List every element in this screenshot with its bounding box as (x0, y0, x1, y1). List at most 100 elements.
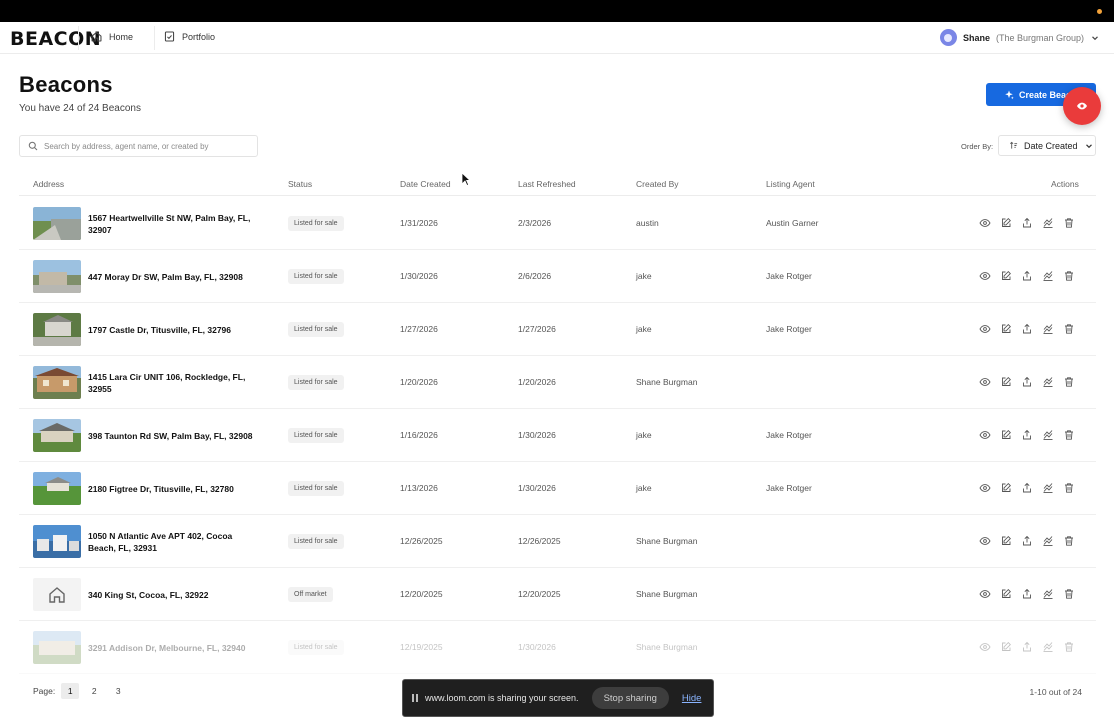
refresh-icon[interactable] (1042, 588, 1054, 600)
row-address[interactable]: 1797 Castle Dr, Titusville, FL, 32796 (88, 303, 253, 356)
property-thumbnail[interactable] (33, 207, 81, 240)
refresh-icon[interactable] (1042, 323, 1054, 335)
row-address[interactable]: 447 Moray Dr SW, Palm Bay, FL, 32908 (88, 250, 253, 303)
trash-icon[interactable] (1063, 588, 1075, 600)
search-input[interactable] (44, 141, 254, 151)
edit-icon[interactable] (1000, 217, 1012, 229)
property-thumbnail[interactable] (33, 366, 81, 399)
table-row[interactable]: 3291 Addison Dr, Melbourne, FL, 32940 Li… (19, 621, 1096, 674)
eye-icon[interactable] (979, 588, 991, 600)
trash-icon[interactable] (1063, 323, 1075, 335)
col-header-listing-agent[interactable]: Listing Agent (766, 179, 815, 189)
row-address[interactable]: 3291 Addison Dr, Melbourne, FL, 32940 (88, 621, 253, 674)
table-row[interactable]: 398 Taunton Rd SW, Palm Bay, FL, 32908 L… (19, 409, 1096, 462)
row-address[interactable]: 2180 Figtree Dr, Titusville, FL, 32780 (88, 462, 253, 515)
property-thumbnail[interactable] (33, 419, 81, 452)
trash-icon[interactable] (1063, 641, 1075, 653)
col-header-status[interactable]: Status (288, 179, 312, 189)
property-thumbnail[interactable] (33, 472, 81, 505)
refresh-icon[interactable] (1042, 429, 1054, 441)
trash-icon[interactable] (1063, 376, 1075, 388)
trash-icon[interactable] (1063, 217, 1075, 229)
refresh-icon[interactable] (1042, 535, 1054, 547)
row-listing-agent: Austin Garner (766, 218, 819, 228)
table-row[interactable]: 1415 Lara Cir UNIT 106, Rockledge, FL, 3… (19, 356, 1096, 409)
eye-icon[interactable] (979, 217, 991, 229)
refresh-icon[interactable] (1042, 376, 1054, 388)
edit-icon[interactable] (1000, 323, 1012, 335)
table-row[interactable]: 1797 Castle Dr, Titusville, FL, 32796 Li… (19, 303, 1096, 356)
app-logo[interactable]: BEACON (10, 28, 101, 50)
stop-sharing-button[interactable]: Stop sharing (591, 687, 669, 709)
trash-icon[interactable] (1063, 429, 1075, 441)
share-icon[interactable] (1021, 323, 1033, 335)
pause-icon[interactable] (412, 694, 418, 702)
share-icon[interactable] (1021, 376, 1033, 388)
share-icon[interactable] (1021, 217, 1033, 229)
row-address[interactable]: 1415 Lara Cir UNIT 106, Rockledge, FL, 3… (88, 356, 253, 409)
order-by-select[interactable]: Date Created (998, 135, 1096, 156)
eye-icon[interactable] (979, 270, 991, 282)
share-icon[interactable] (1021, 535, 1033, 547)
col-header-date-created[interactable]: Date Created (400, 179, 451, 189)
row-address[interactable]: 1050 N Atlantic Ave APT 402, Cocoa Beach… (88, 515, 253, 568)
table-row[interactable]: 1567 Heartwellville St NW, Palm Bay, FL,… (19, 197, 1096, 250)
refresh-icon[interactable] (1042, 217, 1054, 229)
eye-icon[interactable] (979, 482, 991, 494)
property-thumbnail[interactable] (33, 578, 81, 611)
eye-icon[interactable] (979, 323, 991, 335)
page-button-1[interactable]: 1 (61, 683, 80, 699)
property-thumbnail[interactable] (33, 525, 81, 558)
edit-icon[interactable] (1000, 429, 1012, 441)
property-thumbnail[interactable] (33, 631, 81, 664)
page-title: Beacons (19, 72, 113, 97)
eye-icon[interactable] (979, 429, 991, 441)
edit-icon[interactable] (1000, 270, 1012, 282)
page-button-2[interactable]: 2 (85, 683, 103, 699)
edit-icon[interactable] (1000, 376, 1012, 388)
top-black-bar (0, 0, 1114, 22)
share-icon[interactable] (1021, 429, 1033, 441)
refresh-icon[interactable] (1042, 270, 1054, 282)
edit-icon[interactable] (1000, 482, 1012, 494)
row-address[interactable]: 1567 Heartwellville St NW, Palm Bay, FL,… (88, 197, 253, 250)
page-button-3[interactable]: 3 (109, 683, 127, 699)
property-thumbnail[interactable] (33, 313, 81, 346)
share-icon[interactable] (1021, 270, 1033, 282)
edit-icon[interactable] (1000, 535, 1012, 547)
row-address[interactable]: 340 King St, Cocoa, FL, 32922 (88, 568, 253, 621)
hide-banner-link[interactable]: Hide (682, 693, 702, 704)
share-icon[interactable] (1021, 482, 1033, 494)
nav-portfolio[interactable]: Portfolio (163, 30, 215, 43)
user-menu[interactable]: Shane (The Burgman Group) (939, 29, 1100, 46)
row-last-refreshed: 1/30/2026 (518, 483, 556, 493)
refresh-icon[interactable] (1042, 641, 1054, 653)
col-header-last-refreshed[interactable]: Last Refreshed (518, 179, 576, 189)
share-icon[interactable] (1021, 588, 1033, 600)
eye-icon[interactable] (979, 535, 991, 547)
refresh-icon[interactable] (1042, 482, 1054, 494)
edit-icon[interactable] (1000, 588, 1012, 600)
property-thumbnail[interactable] (33, 260, 81, 293)
preview-fab-button[interactable] (1063, 87, 1101, 125)
share-icon[interactable] (1021, 641, 1033, 653)
trash-icon[interactable] (1063, 270, 1075, 282)
col-header-address[interactable]: Address (33, 179, 64, 189)
edit-icon[interactable] (1000, 641, 1012, 653)
col-header-created-by[interactable]: Created By (636, 179, 679, 189)
table-row[interactable]: 1050 N Atlantic Ave APT 402, Cocoa Beach… (19, 515, 1096, 568)
nav-home[interactable]: Home (90, 30, 133, 43)
order-by-label: Order By: (961, 142, 994, 151)
table-row[interactable]: 2180 Figtree Dr, Titusville, FL, 32780 L… (19, 462, 1096, 515)
table-row[interactable]: 340 King St, Cocoa, FL, 32922 Off market… (19, 568, 1096, 621)
eye-icon[interactable] (979, 376, 991, 388)
row-created-by: jake (636, 271, 652, 281)
eye-icon[interactable] (979, 641, 991, 653)
trash-icon[interactable] (1063, 535, 1075, 547)
row-address[interactable]: 398 Taunton Rd SW, Palm Bay, FL, 32908 (88, 409, 253, 462)
trash-icon[interactable] (1063, 482, 1075, 494)
table-row[interactable]: 447 Moray Dr SW, Palm Bay, FL, 32908 Lis… (19, 250, 1096, 303)
row-last-refreshed: 12/20/2025 (518, 589, 561, 599)
row-last-refreshed: 1/20/2026 (518, 377, 556, 387)
search-box[interactable] (19, 135, 258, 157)
